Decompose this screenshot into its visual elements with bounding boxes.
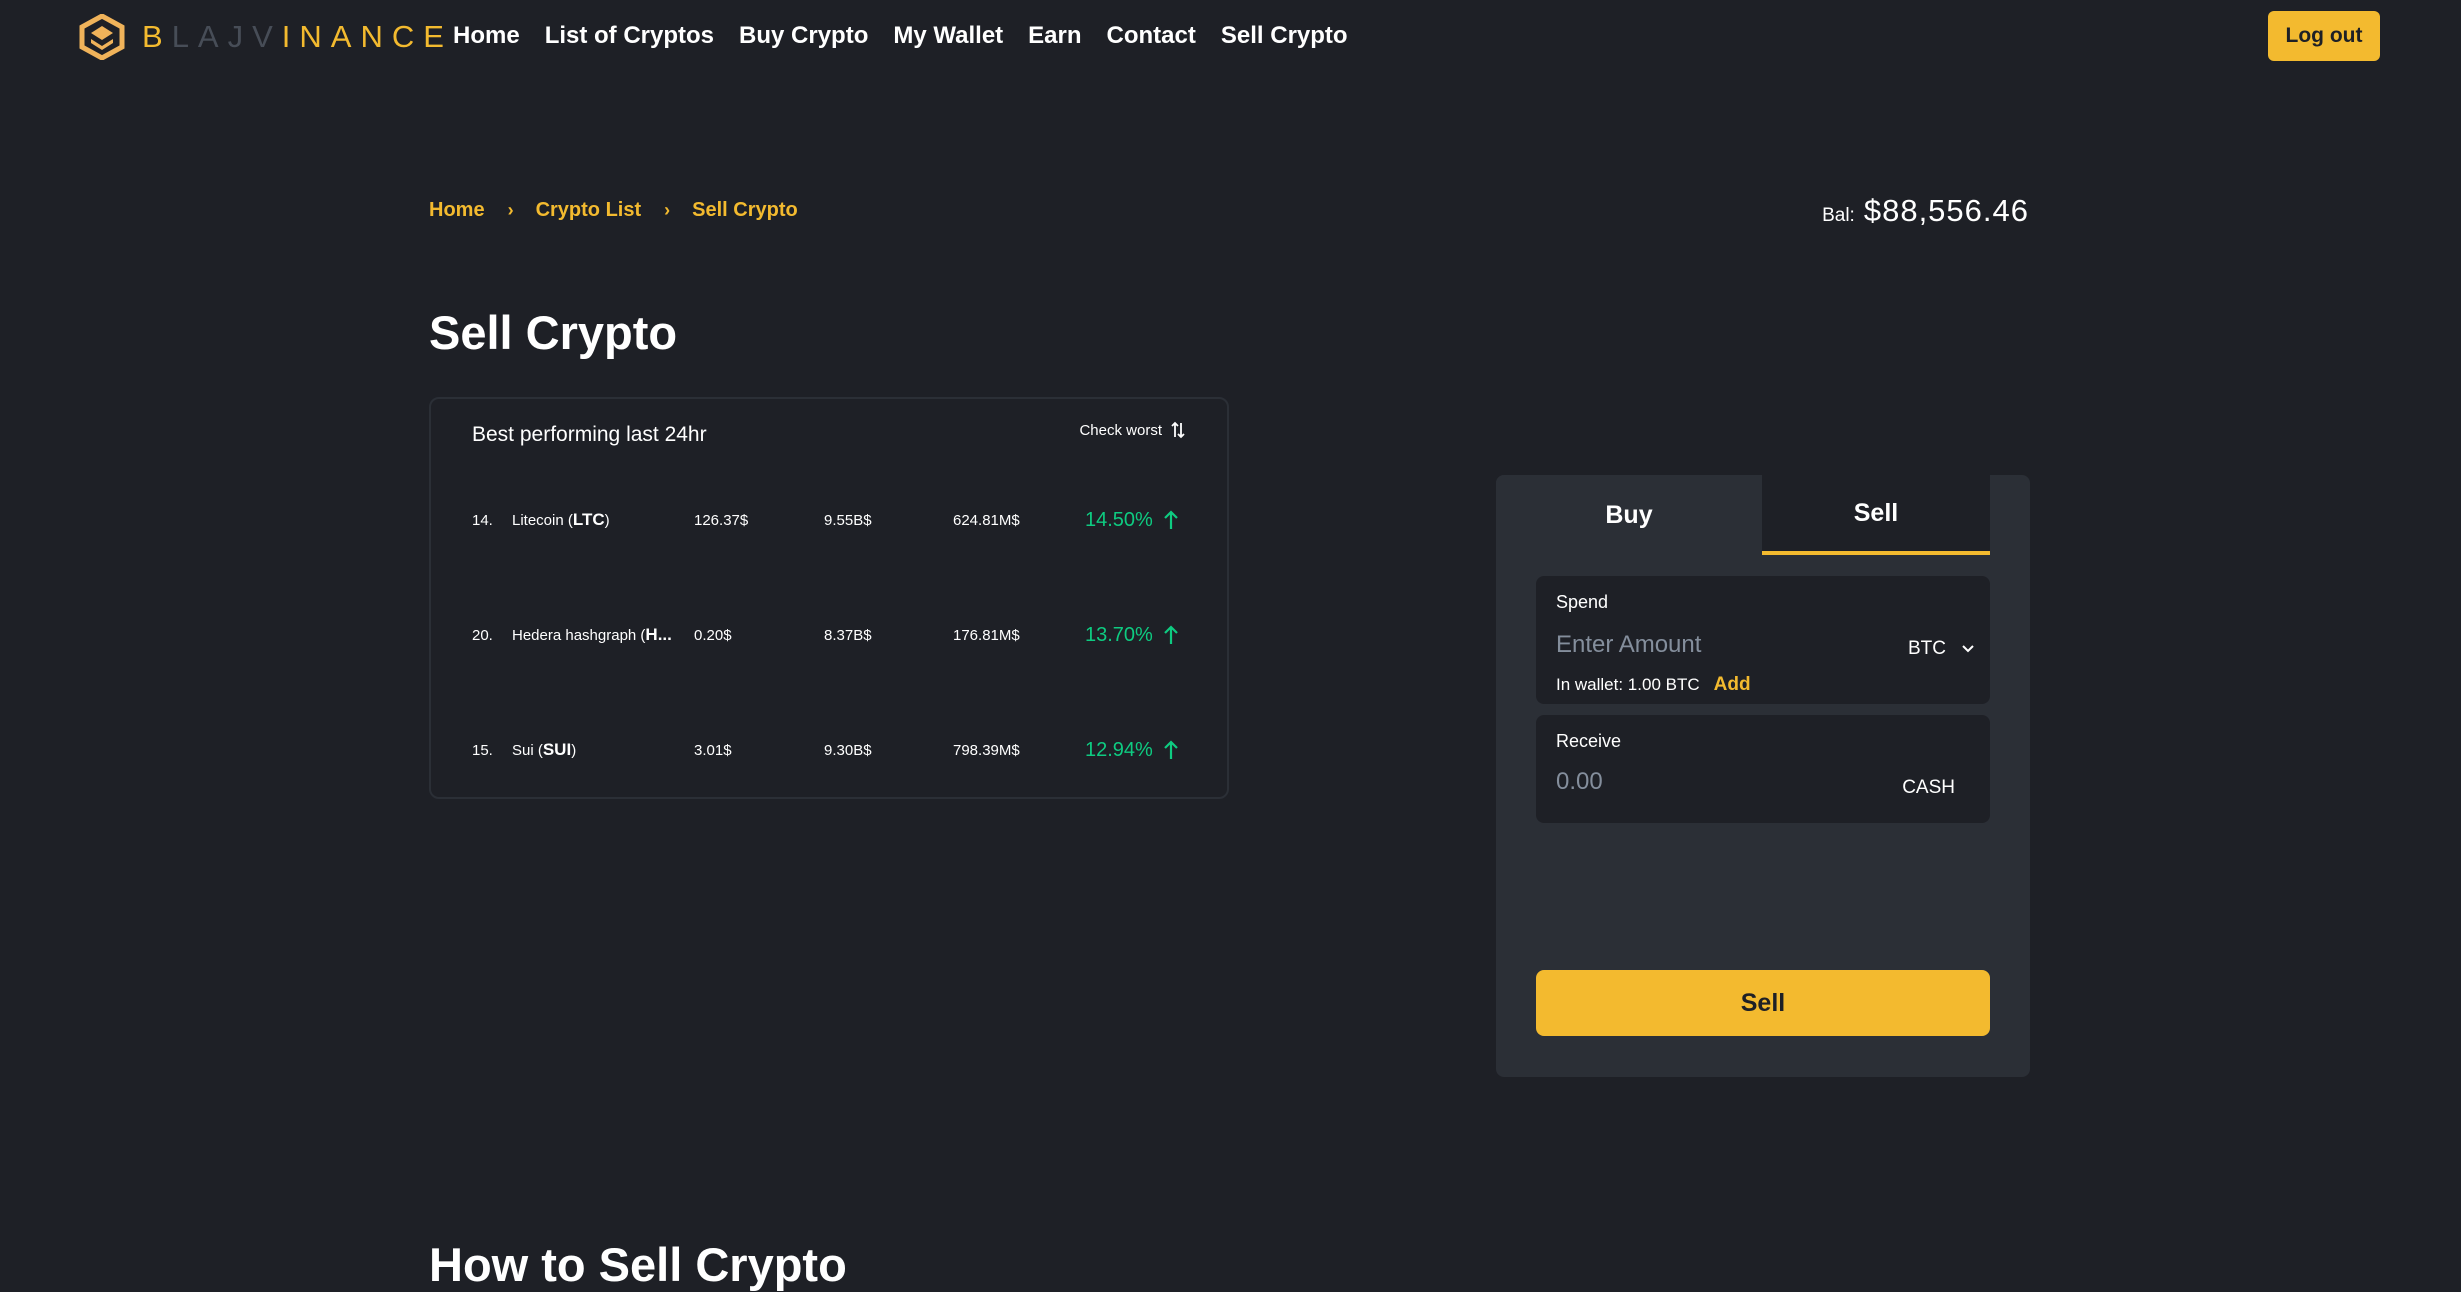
spend-amount-input[interactable] — [1556, 626, 1856, 664]
brand-letters-gold: INANCE — [281, 19, 453, 54]
add-funds-link[interactable]: Add — [1714, 674, 1751, 696]
logout-button[interactable]: Log out — [2268, 11, 2380, 61]
breadcrumb-crypto-list[interactable]: Crypto List — [536, 199, 642, 222]
spend-currency-select[interactable]: BTC — [1908, 638, 1974, 660]
crypto-symbol: SUI — [542, 740, 572, 759]
crypto-row[interactable]: 15. Sui (SUI) 3.01$ 9.30B$ 798.39M$ 12.9… — [431, 730, 1227, 770]
check-worst-label: Check worst — [1079, 421, 1162, 439]
balance-display: Bal: $88,556.46 — [1822, 193, 2029, 229]
crypto-change: 13.70% — [1085, 623, 1153, 646]
brand-logo[interactable]: BLAJVINANCE — [78, 14, 453, 60]
balance-value: $88,556.46 — [1863, 193, 2029, 228]
crypto-volume: 176.81M$ — [953, 626, 1020, 644]
page-title: Sell Crypto — [429, 306, 678, 359]
spend-currency-value: BTC — [1908, 638, 1946, 659]
crypto-rank: 14. — [472, 511, 493, 529]
sort-arrows-icon — [1171, 421, 1185, 439]
check-worst-toggle[interactable]: Check worst — [1079, 421, 1185, 439]
crypto-market-cap: 9.30B$ — [824, 741, 872, 759]
spend-field: Spend BTC In wallet: 1.00 BTC Add — [1536, 576, 1990, 704]
brand-letters-dark: LAJV — [171, 19, 282, 54]
nav-my-wallet[interactable]: My Wallet — [893, 22, 1003, 50]
brand-letter-b: B — [142, 19, 172, 54]
crypto-price: 3.01$ — [694, 741, 732, 759]
arrow-up-icon — [1164, 510, 1178, 529]
chevron-down-icon — [1962, 645, 1974, 653]
arrow-up-icon — [1164, 625, 1178, 644]
nav-earn[interactable]: Earn — [1028, 22, 1081, 50]
receive-amount-input[interactable] — [1556, 763, 1856, 801]
tab-sell[interactable]: Sell — [1762, 475, 1990, 555]
crypto-price: 126.37$ — [694, 511, 749, 529]
best-performing-title: Best performing last 24hr — [472, 423, 707, 446]
breadcrumb-sell-crypto[interactable]: Sell Crypto — [692, 199, 798, 222]
how-to-sell-heading: How to Sell Crypto — [429, 1238, 847, 1291]
crypto-name-text: Hedera hashgraph ( — [512, 627, 646, 644]
crypto-row[interactable]: 20. Hedera hashgraph (H... 0.20$ 8.37B$ … — [431, 615, 1227, 655]
crypto-name: Litecoin (LTC) — [512, 510, 610, 530]
nav-list-of-cryptos[interactable]: List of Cryptos — [545, 22, 714, 50]
crypto-name-text: Sui ( — [512, 742, 543, 759]
crypto-volume: 798.39M$ — [953, 741, 1020, 759]
wallet-balance-text: In wallet: 1.00 BTC — [1556, 675, 1700, 694]
brand-name: BLAJVINANCE — [142, 19, 453, 55]
top-navbar: BLAJVINANCE Home List of Cryptos Buy Cry… — [0, 0, 2461, 75]
receive-field: Receive CASH — [1536, 715, 1990, 823]
crypto-symbol: LTC — [572, 510, 605, 529]
chevron-right-icon: › — [507, 200, 514, 220]
spend-label: Spend — [1556, 592, 1609, 612]
crypto-name: Hedera hashgraph (H... — [512, 625, 672, 645]
wallet-balance-line: In wallet: 1.00 BTC Add — [1556, 674, 1751, 696]
arrow-up-icon — [1164, 740, 1178, 759]
receive-currency-value: CASH — [1902, 777, 1955, 798]
breadcrumb: Home › Crypto List › Sell Crypto — [429, 199, 798, 222]
crypto-rank: 20. — [472, 626, 493, 644]
crypto-name-text: Litecoin ( — [512, 512, 573, 529]
crypto-rank: 15. — [472, 741, 493, 759]
crypto-name-close: ) — [604, 512, 610, 529]
binance-logo-icon — [79, 14, 125, 60]
sell-button[interactable]: Sell — [1536, 970, 1990, 1036]
crypto-change: 14.50% — [1085, 508, 1153, 531]
crypto-symbol: H... — [645, 625, 672, 644]
receive-currency: CASH — [1902, 777, 1955, 799]
crypto-volume: 624.81M$ — [953, 511, 1020, 529]
nav-links: Home List of Cryptos Buy Crypto My Walle… — [453, 22, 1373, 50]
chevron-right-icon: › — [664, 200, 671, 220]
tab-buy[interactable]: Buy — [1496, 475, 1762, 555]
crypto-change: 12.94% — [1085, 738, 1153, 761]
crypto-name-close: ) — [571, 742, 577, 759]
nav-buy-crypto[interactable]: Buy Crypto — [739, 22, 868, 50]
nav-sell-crypto[interactable]: Sell Crypto — [1221, 22, 1348, 50]
trade-panel: Buy Sell Spend BTC In wallet: 1.00 BTC A… — [1496, 475, 2030, 1077]
crypto-name: Sui (SUI) — [512, 740, 576, 760]
crypto-market-cap: 9.55B$ — [824, 511, 872, 529]
nav-home[interactable]: Home — [453, 22, 520, 50]
crypto-price: 0.20$ — [694, 626, 732, 644]
crypto-row[interactable]: 14. Litecoin (LTC) 126.37$ 9.55B$ 624.81… — [431, 500, 1227, 540]
crypto-market-cap: 8.37B$ — [824, 626, 872, 644]
nav-contact[interactable]: Contact — [1107, 22, 1196, 50]
best-performing-card: Best performing last 24hr Check worst 14… — [429, 397, 1229, 799]
receive-label: Receive — [1556, 731, 1622, 751]
breadcrumb-home[interactable]: Home — [429, 199, 485, 222]
balance-label: Bal: — [1822, 205, 1855, 226]
